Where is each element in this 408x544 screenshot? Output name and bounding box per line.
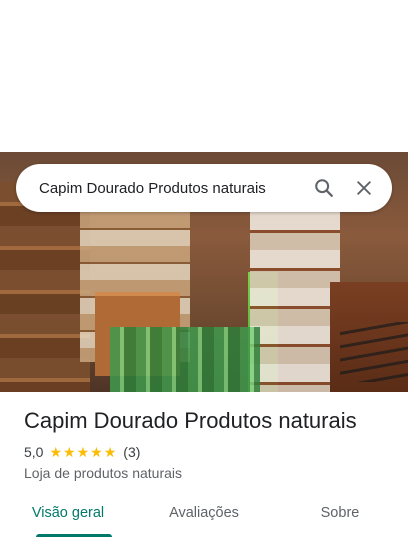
- star-icon: ★: [76, 444, 90, 460]
- rating-stars: ★ ★ ★ ★ ★: [49, 445, 117, 459]
- rating-value: 5,0: [24, 444, 44, 460]
- photo-shelf-right: [250, 212, 340, 392]
- top-blank-area: [0, 0, 408, 152]
- place-title: Capim Dourado Produtos naturais: [24, 408, 357, 433]
- tab-overview[interactable]: Visão geral: [0, 495, 136, 537]
- star-icon: ★: [63, 444, 76, 460]
- photo-products: [110, 327, 260, 392]
- tab-reviews[interactable]: Avaliações: [136, 495, 272, 537]
- search-input[interactable]: Capim Dourado Produtos naturais: [39, 180, 304, 197]
- active-tab-indicator: [36, 534, 112, 537]
- photo-shelf-left: [0, 182, 90, 392]
- photo-stairs: [340, 322, 408, 382]
- tab-about[interactable]: Sobre: [272, 495, 408, 537]
- review-count[interactable]: (3): [123, 444, 140, 460]
- search-bar[interactable]: Capim Dourado Produtos naturais: [16, 164, 392, 212]
- close-icon[interactable]: [344, 168, 384, 208]
- search-icon[interactable]: [304, 168, 344, 208]
- place-category[interactable]: Loja de produtos naturais: [24, 465, 182, 481]
- star-icon: ★: [49, 444, 63, 460]
- tab-bar: Visão geral Avaliações Sobre: [0, 495, 408, 537]
- rating-row[interactable]: 5,0 ★ ★ ★ ★ ★ (3): [24, 444, 140, 460]
- star-icon: ★: [90, 444, 103, 460]
- star-icon: ★: [103, 444, 117, 460]
